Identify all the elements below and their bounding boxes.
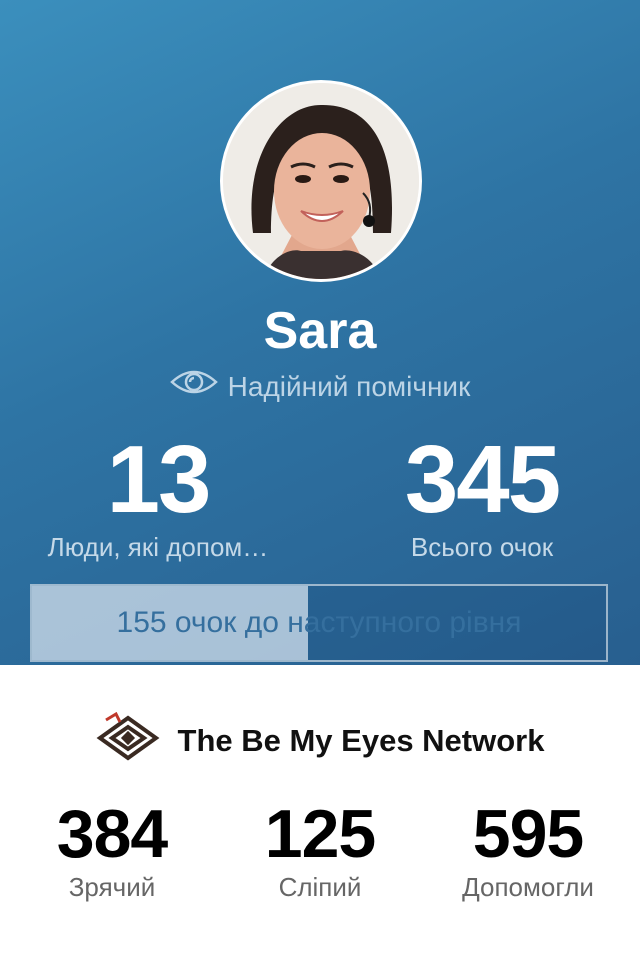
be-my-eyes-logo-icon	[96, 711, 160, 769]
avatar-photo	[223, 83, 419, 279]
avatar[interactable]	[220, 80, 422, 282]
sighted-value: 384	[56, 796, 168, 872]
eye-icon	[169, 366, 218, 407]
total-points-label: Всього очок	[410, 532, 554, 562]
user-name: Sara	[263, 302, 377, 360]
level-progress-bar: 155 очок до наступного рівня	[30, 584, 608, 662]
blind-label: Сліпий	[278, 872, 362, 902]
profile-header: Sara Надійний помічник 13 Люди, які допо…	[0, 0, 640, 665]
helped-people-stat: 13 Люди, які допом…	[8, 430, 308, 564]
helped-value: 595	[472, 796, 584, 872]
blind-value: 125	[264, 796, 376, 872]
level-progress-text: 155 очок до наступного рівня	[116, 606, 522, 639]
user-role: Надійний помічник	[0, 366, 640, 407]
blind-stat: 125 Сліпий	[220, 796, 420, 902]
helped-label: Допомогли	[462, 872, 594, 902]
total-points-value: 345	[404, 426, 561, 533]
total-points-stat: 345 Всього очок	[332, 430, 632, 564]
helped-people-value: 13	[106, 426, 212, 533]
sighted-label: Зрячий	[68, 872, 156, 902]
helped-people-label: Люди, які допом…	[47, 532, 269, 562]
sighted-stat: 384 Зрячий	[12, 796, 212, 902]
role-label: Надійний помічник	[227, 370, 471, 402]
network-header: The Be My Eyes Network	[0, 711, 640, 769]
network-title: The Be My Eyes Network	[177, 722, 545, 758]
helped-stat: 595 Допомогли	[428, 796, 628, 902]
